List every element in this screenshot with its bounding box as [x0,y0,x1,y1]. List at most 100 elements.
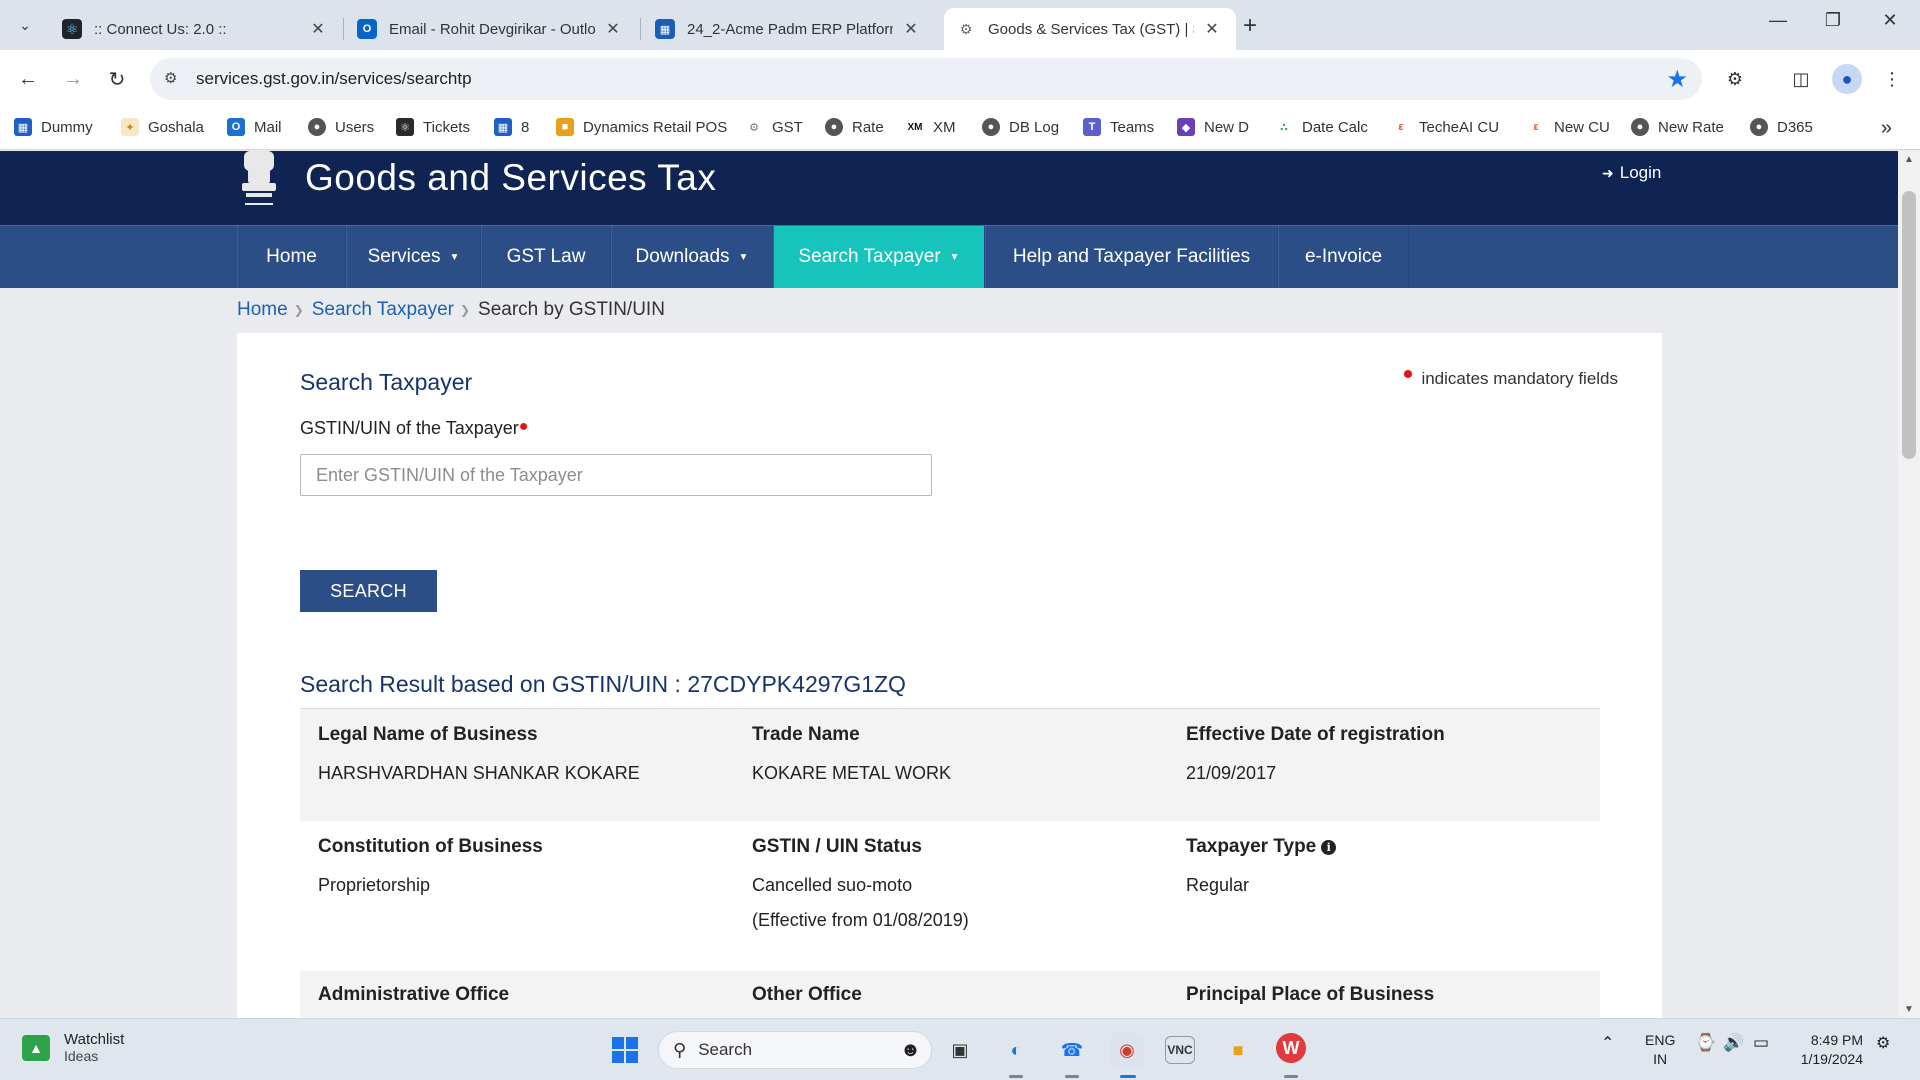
close-tab-icon[interactable]: ✕ [1202,19,1222,39]
bookmark-label: New CU [1554,118,1610,136]
nav-search-taxpayer[interactable]: Search Taxpayer ▼ [773,226,985,288]
tab-title: :: Connect Us: 2.0 :: [94,20,227,38]
bookmark-goshala[interactable]: ✦ Goshala [121,118,204,136]
lang-region: IN [1653,1051,1668,1067]
nav-gst-law[interactable]: GST Law [481,226,611,288]
scroll-up-arrow-icon[interactable]: ▲ [1904,154,1914,165]
tab-devops[interactable]: ▦ 24_2-Acme Padm ERP Platform ✕ [643,8,935,50]
tab-separator [343,18,344,40]
notification-bell-icon[interactable]: ⚙ [1876,1033,1890,1053]
legal-name-value: HARSHVARDHAN SHANKAR KOKARE [318,763,640,783]
running-indicator [1009,1075,1023,1078]
site-settings-icon[interactable]: ⚙ [164,69,184,89]
nav-downloads[interactable]: Downloads ▼ [611,226,773,288]
bookmark-dynamics-retail-pos[interactable]: ■ Dynamics Retail POS [556,118,727,136]
show-hidden-icons-chevron-icon[interactable]: ⌃ [1601,1033,1614,1053]
phone-app-icon[interactable]: ☎ [1055,1033,1089,1067]
required-asterisk: ● [518,418,529,435]
breadcrumb-home[interactable]: Home [237,299,288,321]
side-panel-icon[interactable]: ◫ [1786,64,1816,94]
logo-icon: ε [1392,118,1410,136]
profile-avatar-icon[interactable]: ● [1832,64,1862,94]
browser-toolbar: ← → ↻ ⚙ services.gst.gov.in/services/sea… [0,50,1920,108]
bookmark-label: D365 [1777,118,1813,136]
task-view-icon[interactable]: ▣ [943,1033,977,1067]
status-cell: GSTIN / UIN Status Cancelled suo-moto (E… [752,836,969,931]
tab-title: Email - Rohit Devgirikar - Outlo [389,20,595,38]
minimize-icon[interactable]: — [1758,10,1798,31]
folder-icon: ■ [556,118,574,136]
bookmark-new-cu[interactable]: ε New CU [1527,118,1610,136]
input-language[interactable]: ENG IN [1645,1031,1675,1069]
search-button[interactable]: SEARCH [300,570,437,612]
taskbar-search[interactable]: ⚲ Search ☻ [658,1031,932,1069]
page-scrollbar[interactable]: ▲ ▼ [1898,151,1920,1018]
back-icon[interactable]: ← [13,64,43,94]
extensions-icon[interactable]: ⚙ [1720,64,1750,94]
close-tab-icon[interactable]: ✕ [603,19,623,39]
vnc-viewer-icon[interactable]: VNC [1165,1036,1195,1064]
close-window-icon[interactable]: ✕ [1870,10,1910,31]
chrome-browser-icon[interactable]: ◉ [1110,1033,1144,1067]
scroll-down-arrow-icon[interactable]: ▼ [1904,1004,1914,1015]
bookmark-dummy[interactable]: ▦ Dummy [14,118,93,136]
file-explorer-icon[interactable]: ■ [1221,1033,1255,1067]
globe-icon: ● [1750,118,1768,136]
battery-icon[interactable]: ▭ [1753,1033,1769,1053]
result-title: Search Result based on GSTIN/UIN : 27CDY… [300,671,906,697]
bookmark-users[interactable]: ● Users [308,118,374,136]
scroll-thumb[interactable] [1902,191,1916,459]
tab-search-chevron-icon[interactable]: ⌄ [10,10,40,40]
bookmark-db-log[interactable]: ● DB Log [982,118,1059,136]
bookmark-label: Users [335,118,375,136]
new-tab-icon[interactable]: + [1243,12,1257,40]
bookmark-rate[interactable]: ● Rate [825,118,884,136]
clock[interactable]: 8:49 PM 1/19/2024 [1797,1031,1863,1069]
bookmark-xm[interactable]: XM XM [906,118,956,136]
bookmark-d365[interactable]: ● D365 [1750,118,1813,136]
nav-help-taxpayer-facilities[interactable]: Help and Taxpayer Facilities [985,226,1278,288]
info-icon[interactable]: i [1321,840,1337,855]
bookmark-new-rate[interactable]: ● New Rate [1631,118,1724,136]
bookmark-star-icon[interactable]: ★ [1666,65,1688,94]
nav-services[interactable]: Services ▼ [346,226,481,288]
bookmark-gst[interactable]: ⚙ GST [745,118,803,136]
windows-start-icon[interactable] [608,1033,642,1067]
bookmark-label: Dynamics Retail POS [583,118,728,136]
bookmark-mail[interactable]: O Mail [227,118,282,136]
url-text[interactable]: services.gst.gov.in/services/searchtp [196,69,472,89]
bookmark-date-calc[interactable]: ∴ Date Calc [1275,118,1368,136]
bookmark-label: New D [1204,118,1250,136]
bookmark-label: Dummy [41,118,93,136]
bookmark-techeai-cu[interactable]: ε TecheAI CU [1392,118,1499,136]
wps-office-icon[interactable]: W [1276,1033,1306,1063]
tab-outlook[interactable]: O Email - Rohit Devgirikar - Outlo ✕ [345,8,637,50]
status-effective-value: (Effective from 01/08/2019) [752,910,969,930]
devops-icon: ▦ [655,19,675,39]
tab-gst[interactable]: ⚙ Goods & Services Tax (GST) | Se ✕ [944,8,1236,50]
address-bar[interactable]: ⚙ services.gst.gov.in/services/searchtp … [150,58,1702,100]
nav-e-invoice[interactable]: e-Invoice [1278,226,1409,288]
bookmark-8[interactable]: ▦ 8 [494,118,529,136]
wifi-icon[interactable]: ⌚ [1695,1033,1716,1053]
bookmark-new-d[interactable]: ◆ New D [1177,118,1249,136]
close-tab-icon[interactable]: ✕ [308,19,328,39]
edge-browser-icon[interactable]: ◐ [999,1033,1033,1067]
restore-icon[interactable]: ❐ [1813,10,1853,31]
gstin-input[interactable] [300,454,932,496]
login-link[interactable]: ➜ Login [1602,163,1661,183]
reload-icon[interactable]: ↻ [102,64,132,94]
menu-kebab-icon[interactable]: ⋮ [1877,64,1907,94]
tab-connect-us[interactable]: ⚛ :: Connect Us: 2.0 :: ✕ [50,8,342,50]
volume-icon[interactable]: 🔊 [1723,1033,1744,1053]
nav-home[interactable]: Home [237,226,346,288]
diamond-icon: ◆ [1177,118,1195,136]
widgets-watchlist[interactable]: ▲ Watchlist Ideas [22,1031,124,1064]
breadcrumb-search-taxpayer[interactable]: Search Taxpayer [312,299,454,321]
bookmark-tickets[interactable]: ⚛ Tickets [396,118,470,136]
close-tab-icon[interactable]: ✕ [901,19,921,39]
status-value: Cancelled suo-moto [752,875,913,895]
forward-icon[interactable]: → [58,64,88,94]
bookmark-teams[interactable]: T Teams [1083,118,1154,136]
more-bookmarks-icon[interactable]: » [1881,117,1892,140]
